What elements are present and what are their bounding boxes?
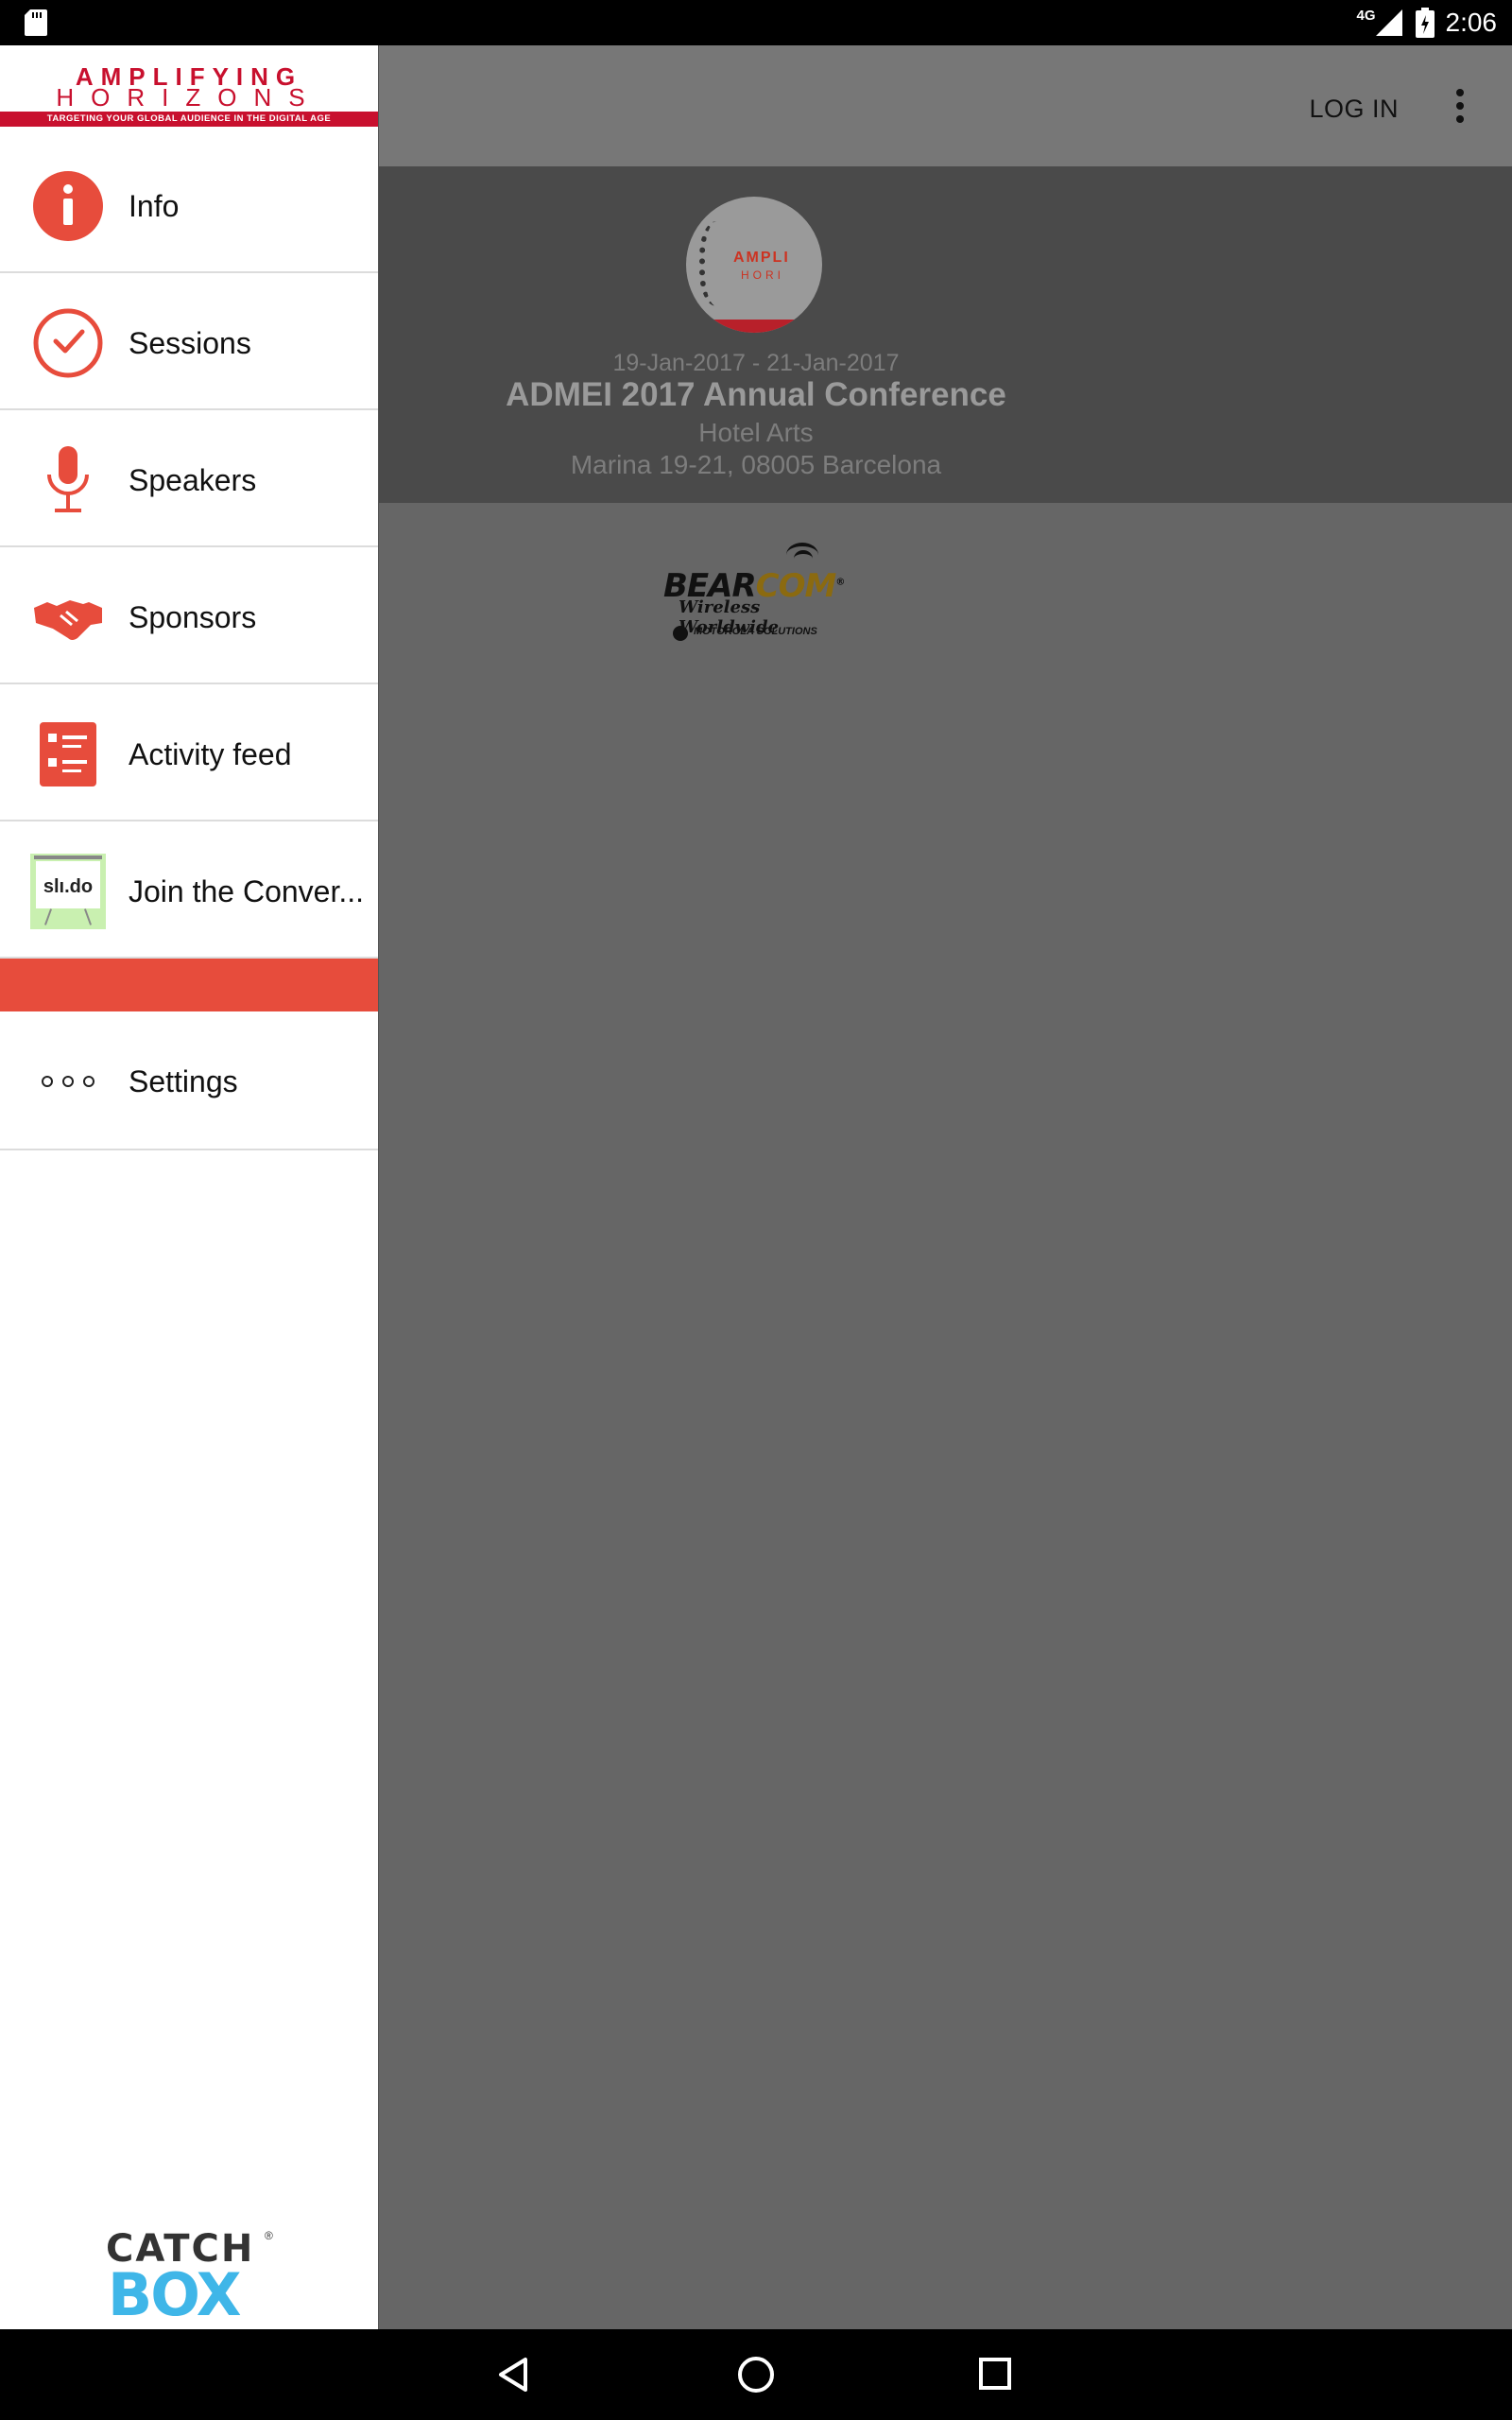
handshake-icon: [34, 600, 102, 640]
event-venue: Hotel Arts: [698, 418, 814, 447]
microphone-icon: [47, 446, 89, 512]
drawer-item-speakers[interactable]: Speakers: [0, 410, 378, 547]
event-header: AMPLI HORI 19-Jan-2017 - 21-Jan-2017 ADM…: [378, 166, 1512, 503]
navigation-drawer: AMPLIFYING HORIZONS TARGETING YOUR GLOBA…: [0, 45, 379, 2329]
drawer-item-sessions[interactable]: Sessions: [0, 273, 378, 410]
event-title: ADMEI 2017 Annual Conference: [506, 376, 1006, 413]
drawer-menu: Info Sessions Speakers Sponsors Activity…: [0, 136, 378, 1150]
drawer-brand-logo: AMPLIFYING HORIZONS TARGETING YOUR GLOBA…: [0, 45, 378, 136]
motorola-icon: [673, 626, 688, 641]
slido-icon: slı.do: [30, 854, 106, 929]
drawer-item-label: Join the Conver...: [129, 874, 365, 908]
event-address: Marina 19-21, 08005 Barcelona: [570, 450, 942, 479]
system-nav-bar: [0, 2329, 1512, 2420]
more-vert-icon[interactable]: [1455, 89, 1465, 127]
battery-icon: [1415, 8, 1435, 38]
home-icon[interactable]: [733, 2352, 779, 2397]
back-icon[interactable]: [493, 2352, 539, 2397]
drawer-item-label: Settings: [129, 1064, 238, 1098]
clock: 2:06: [1445, 8, 1498, 37]
clock-check-icon: [33, 308, 103, 378]
drawer-item-settings[interactable]: Settings: [0, 1011, 378, 1150]
drawer-item-label: Info: [129, 189, 180, 223]
drawer-item-label: Activity feed: [129, 737, 292, 771]
drawer-item-info[interactable]: Info: [0, 136, 378, 273]
drawer-item-join-conversation[interactable]: slı.do Join the Conver...: [0, 821, 378, 959]
drawer-item-sponsors[interactable]: Sponsors: [0, 547, 378, 684]
signal-icon: [1375, 9, 1402, 36]
catchbox-logo: CATCH ® BOX: [106, 2227, 273, 2329]
status-bar: 4G 2:06: [0, 0, 1512, 45]
drawer-item-activity-feed[interactable]: Activity feed: [0, 684, 378, 821]
main-content: LOG IN AMPLI HORI 19-Jan-2017 - 21-Jan-2…: [378, 45, 1512, 2329]
sponsor-partner: MOTOROLA SOLUTIONS: [694, 626, 817, 637]
list-icon: [40, 722, 96, 786]
recents-icon[interactable]: [973, 2352, 1019, 2397]
login-button[interactable]: LOG IN: [1309, 95, 1399, 124]
event-dates: 19-Jan-2017 - 21-Jan-2017: [612, 350, 900, 376]
info-icon: [33, 171, 103, 241]
drawer-item-label: Sessions: [129, 326, 251, 360]
drawer-section-divider: [0, 959, 378, 1011]
more-horiz-icon: [42, 1076, 94, 1087]
event-logo: AMPLI HORI: [686, 197, 822, 333]
app-bar: LOG IN: [378, 45, 1512, 166]
network-type: 4G: [1356, 7, 1376, 24]
drawer-item-label: Sponsors: [129, 600, 257, 634]
drawer-item-label: Speakers: [129, 463, 257, 497]
sponsor-logo-bearcom[interactable]: BEARCOM® Wireless Worldwide MOTOROLA SOL…: [662, 499, 850, 641]
sd-card-icon: [25, 9, 47, 36]
